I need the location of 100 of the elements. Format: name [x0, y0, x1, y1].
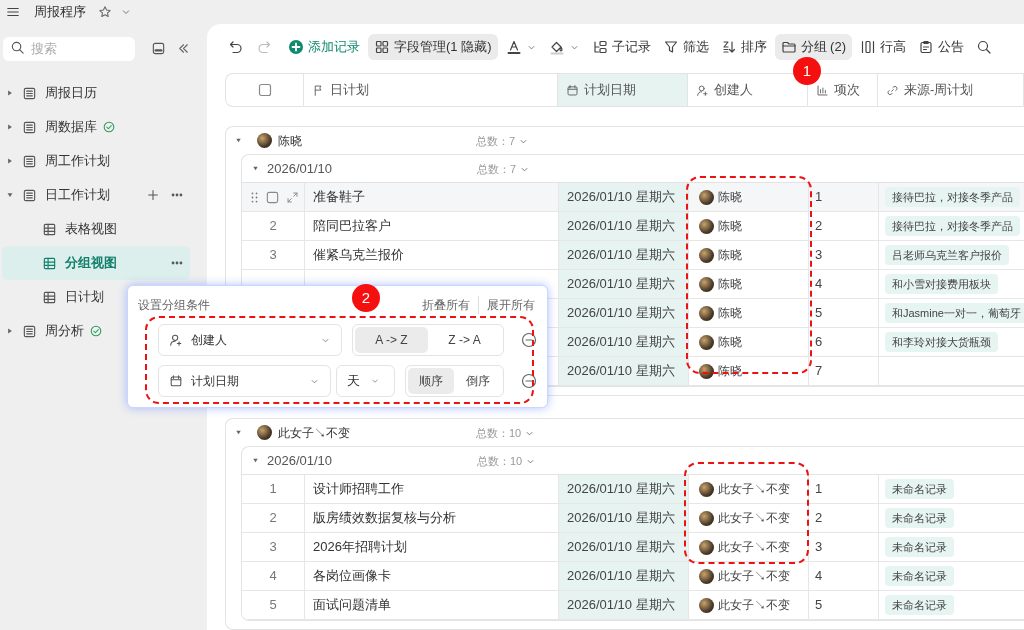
link-icon — [886, 83, 899, 97]
avatar-icon — [699, 218, 714, 234]
sidebar-item[interactable]: 周工作计划 — [2, 144, 190, 178]
field-dropdown[interactable]: 创建人 — [158, 324, 342, 356]
sort-option[interactable]: 顺序 — [407, 368, 455, 394]
table-cell-text: 2026/01/10 星期六 — [567, 480, 675, 499]
notice-button[interactable]: 公告 — [914, 34, 968, 60]
link-tag[interactable]: 吕老师乌克兰客户报价 — [885, 244, 1009, 266]
list-icon — [22, 85, 37, 101]
table-cell-text: 5 — [815, 304, 823, 323]
link-tag[interactable]: 未命名记录 — [885, 478, 954, 500]
checkbox[interactable] — [256, 82, 273, 98]
avatar-icon — [699, 510, 714, 526]
plus-icon[interactable] — [146, 188, 160, 202]
expand-all-link[interactable]: 展开所有 — [479, 296, 537, 314]
table-cell-text: 设计师招聘工作 — [313, 480, 404, 499]
total-count: 总数：10 — [476, 426, 522, 441]
field-dropdown[interactable]: 计划日期 — [158, 365, 332, 397]
link-tag[interactable]: 接待巴拉，对接冬季产品 — [885, 186, 1020, 208]
search-icon — [10, 40, 25, 55]
folder-icon — [780, 39, 797, 55]
group-button[interactable]: 分组 (2) — [774, 34, 852, 60]
creator-name: 此女子↘不变 — [718, 539, 790, 556]
caret-down-icon[interactable] — [234, 428, 243, 437]
row-number: 4 — [269, 567, 277, 586]
grid-icon — [374, 39, 390, 55]
table-cell-text: 1 — [815, 480, 823, 499]
panel-icon[interactable] — [151, 40, 166, 56]
sort-option[interactable]: Z -> A — [428, 327, 501, 353]
remove-icon[interactable] — [521, 373, 537, 389]
caret-down-icon[interactable] — [234, 136, 243, 145]
avatar-icon — [257, 133, 272, 148]
item-label: 周工作计划 — [45, 152, 110, 171]
table-grid-icon — [42, 289, 57, 305]
column-header[interactable]: 来源-周计划 — [878, 74, 1024, 106]
table-cell-text: 各岗位画像卡 — [313, 567, 391, 586]
table-cell-text: 2026/01/10 星期六 — [567, 596, 675, 615]
row-number: 1 — [269, 480, 277, 499]
link-tag[interactable]: 未命名记录 — [885, 536, 954, 558]
row-number: 5 — [269, 596, 277, 615]
row-number: 2 — [269, 509, 277, 528]
chevron-down-icon — [370, 376, 381, 386]
avatar-icon — [699, 305, 714, 321]
plus-circle-icon — [288, 39, 304, 55]
link-tag[interactable]: 和Jasmine一对一，葡萄牙 — [885, 302, 1024, 324]
table-cell-text: 6 — [815, 333, 823, 352]
filter-button[interactable]: 筛选 — [658, 34, 713, 60]
sort-button[interactable]: 排序 — [716, 34, 771, 60]
search-field[interactable]: 搜索 — [3, 36, 135, 61]
table-cell-text: 2 — [815, 217, 823, 236]
link-tag[interactable]: 未命名记录 — [885, 594, 954, 616]
table-cell-text: 2026/01/10 星期六 — [567, 362, 675, 381]
column-header[interactable]: 计划日期 — [558, 74, 688, 106]
creator-name: 此女子↘不变 — [718, 481, 790, 498]
sidebar-item[interactable]: 日工作计划 — [2, 178, 190, 212]
caret-down-icon[interactable] — [251, 456, 260, 465]
table-grid-icon — [42, 221, 57, 237]
remove-icon[interactable] — [521, 332, 537, 348]
group-name: 陈晓 — [278, 132, 302, 150]
app-title: 周报程序 — [34, 3, 86, 22]
sort-option[interactable]: A -> Z — [354, 327, 428, 353]
menu-icon[interactable] — [6, 5, 20, 19]
total-count: 总数：7 — [476, 134, 516, 149]
check-circle-icon — [102, 120, 116, 134]
table-cell-text: 2026/01/10 星期六 — [567, 538, 675, 557]
person-icon — [169, 333, 183, 347]
item-label: 日工作计划 — [45, 186, 110, 205]
creator-name: 陈晓 — [718, 189, 742, 206]
list-icon — [22, 119, 37, 135]
add-button[interactable]: 添加记录 — [284, 34, 364, 60]
table-cell-text: 面试问题清单 — [313, 596, 391, 615]
sidebar-item[interactable]: 周数据库 — [2, 110, 190, 144]
expand-icon[interactable] — [285, 190, 299, 204]
sidebar-item[interactable]: 分组视图 — [2, 246, 190, 280]
avatar-icon — [699, 189, 714, 205]
avatar-icon — [257, 425, 272, 440]
link-tag[interactable]: 未命名记录 — [885, 565, 954, 587]
sidebar-item[interactable]: 周报日历 — [2, 76, 190, 110]
sort-option[interactable]: 倒序 — [454, 368, 501, 394]
creator-name: 陈晓 — [718, 305, 742, 322]
granularity-dropdown[interactable]: 天 — [336, 365, 395, 397]
checkbox[interactable] — [264, 189, 280, 205]
link-tag[interactable]: 接待巴拉，对接冬季产品 — [885, 215, 1020, 237]
caret-down-icon[interactable] — [251, 164, 260, 173]
table-cell-text: 4 — [815, 275, 823, 294]
table-cell-text: 2026/01/10 星期六 — [567, 304, 675, 323]
calendar-icon — [566, 83, 579, 97]
row-height-button[interactable]: 行高 — [856, 34, 910, 60]
collapse-all-link[interactable]: 折叠所有 — [422, 296, 479, 314]
avatar-icon — [699, 334, 714, 350]
fields-button[interactable]: 字段管理(1 隐藏) — [368, 34, 498, 60]
star-icon[interactable] — [98, 5, 112, 19]
subrecord-button[interactable]: 子记录 — [587, 34, 655, 60]
link-tag[interactable]: 未命名记录 — [885, 507, 954, 529]
link-tag[interactable]: 和小雪对接费用板块 — [885, 273, 998, 295]
sidebar-item[interactable]: 表格视图 — [2, 212, 190, 246]
subgroup-date: 2026/01/10 — [267, 159, 333, 178]
link-tag[interactable]: 和李玲对接大货瓶颈 — [885, 331, 998, 353]
table-cell-text: 催紧乌克兰报价 — [313, 246, 404, 265]
table-cell-text: 2026/01/10 星期六 — [567, 567, 675, 586]
